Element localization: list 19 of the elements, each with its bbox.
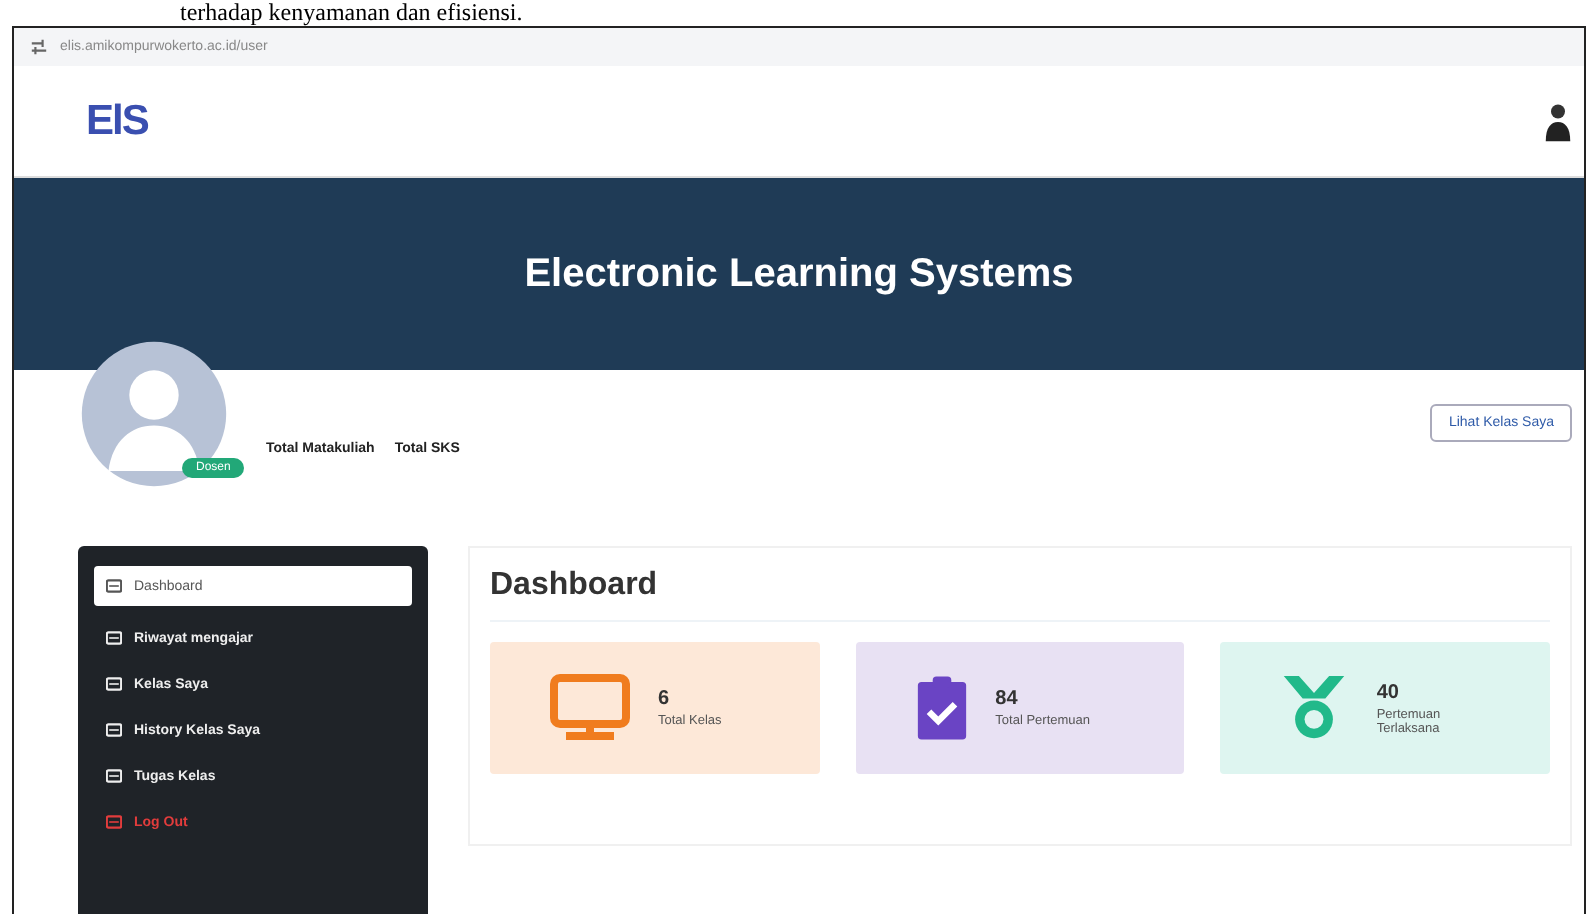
medal-icon <box>1280 674 1349 742</box>
menu-item-icon <box>106 676 122 692</box>
monitor-icon <box>550 674 630 742</box>
document-text: terhadap kenyamanan dan efisiensi. <box>178 0 525 26</box>
site-info-icon[interactable] <box>30 38 48 56</box>
menu-item-icon <box>106 722 122 738</box>
stat-value: 40 <box>1376 681 1401 703</box>
user-icon[interactable] <box>1544 99 1572 143</box>
clipboard-check-icon <box>915 674 968 742</box>
menu-item-icon <box>106 578 122 594</box>
banner-title: Electronic Learning Systems <box>524 251 1074 297</box>
stat-value: 6 <box>658 688 672 710</box>
menu-item-icon <box>106 814 122 830</box>
avatar-icon <box>78 338 230 490</box>
logo[interactable]: ElS <box>86 97 148 145</box>
menu-item-icon <box>106 768 122 784</box>
stat-value: 84 <box>995 688 1020 710</box>
menu-item-icon <box>106 630 122 646</box>
dashboard-title: Dashboard <box>490 568 1550 622</box>
